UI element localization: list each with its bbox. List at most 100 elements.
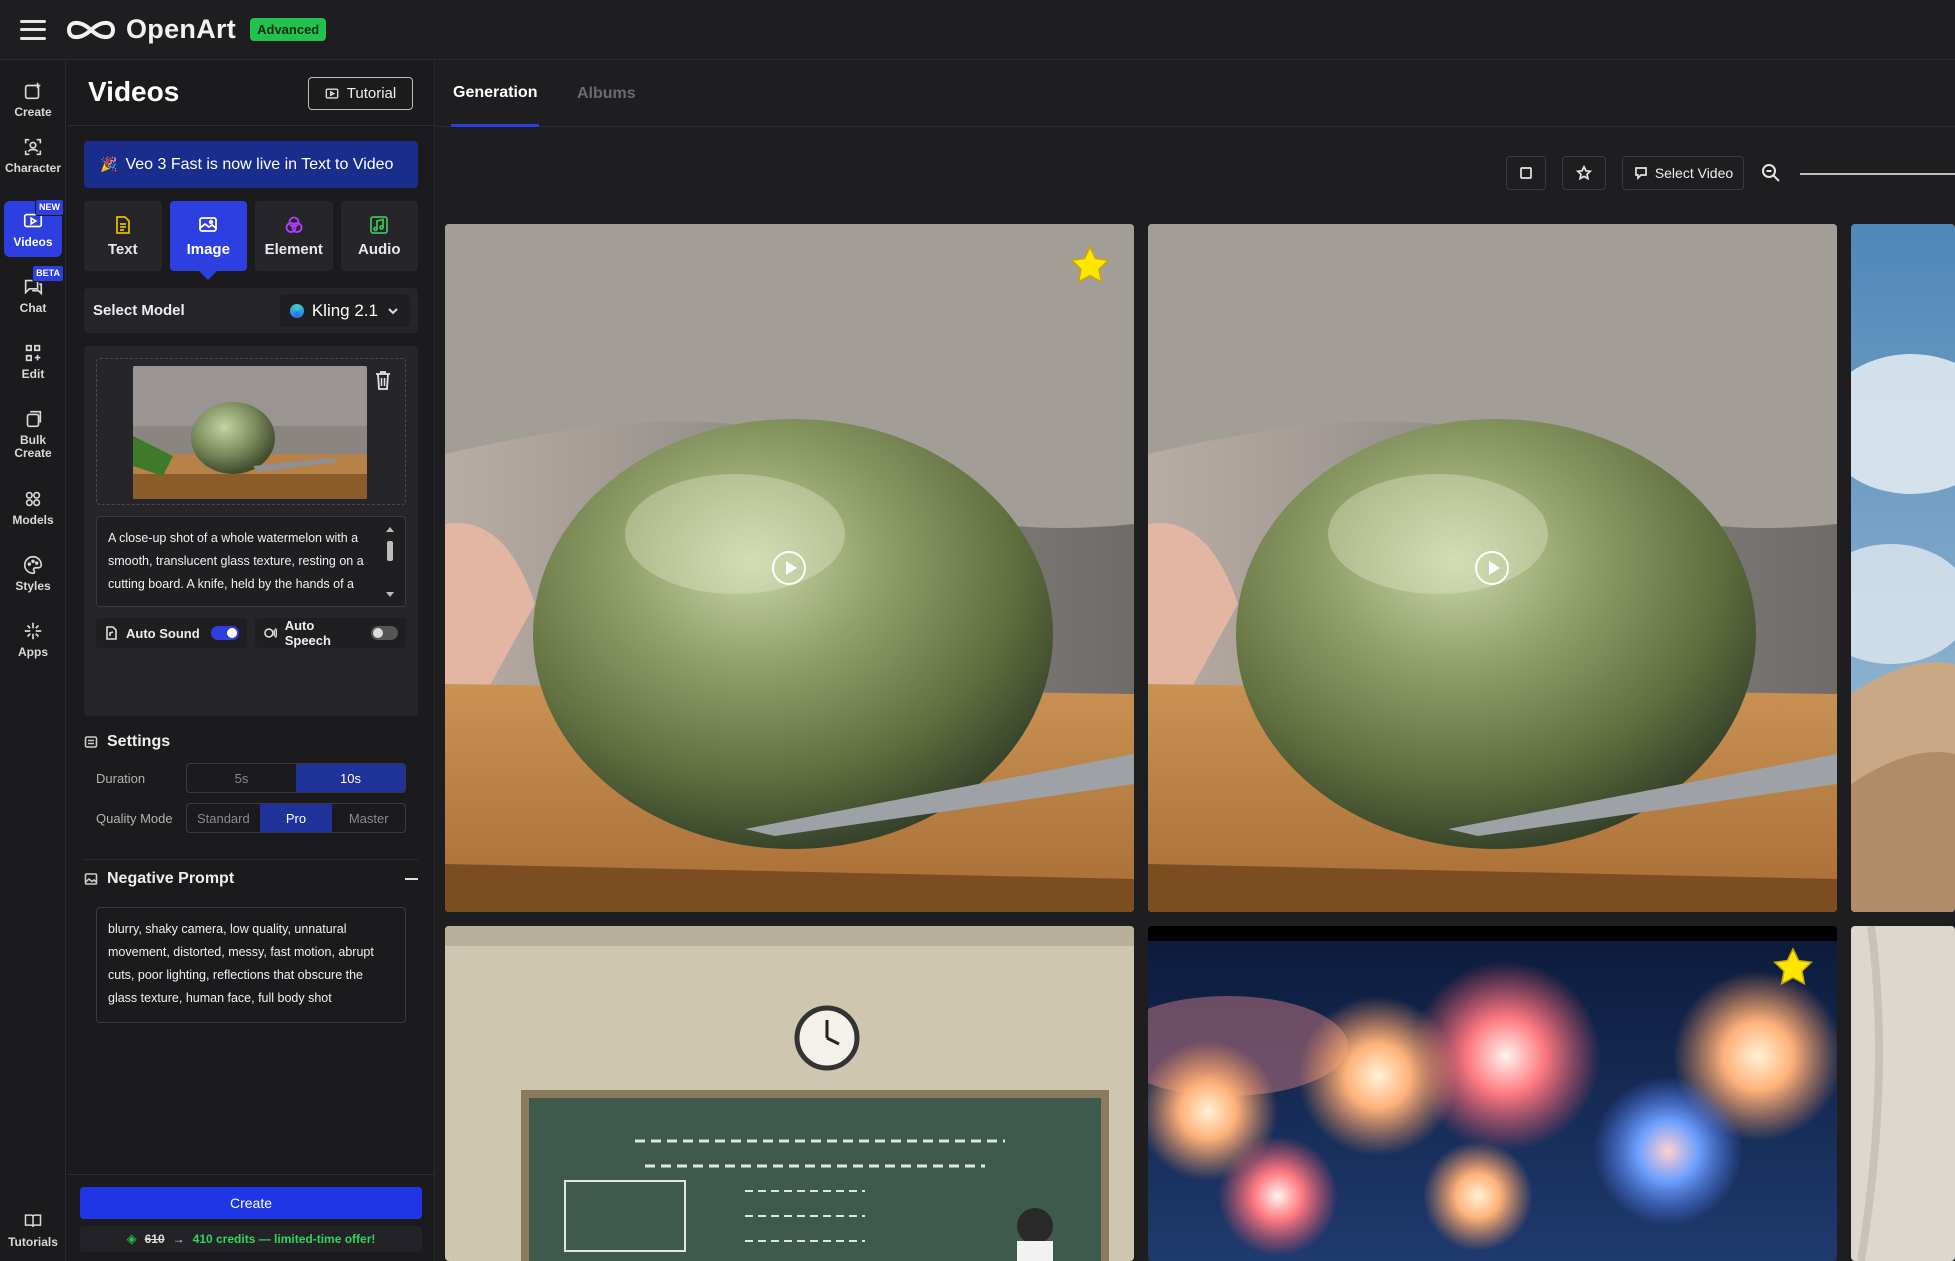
- duration-option-10s[interactable]: 10s: [296, 764, 405, 792]
- tab-albums[interactable]: Albums: [577, 61, 636, 127]
- tab-generation[interactable]: Generation: [451, 61, 540, 127]
- announcement-banner[interactable]: 🎉 Veo 3 Fast is now live in Text to Vide…: [84, 141, 418, 188]
- arrow-right-icon: →: [172, 1232, 185, 1246]
- styles-icon: [24, 555, 43, 574]
- rail-item-label: Create: [14, 104, 52, 119]
- select-all-checkbox[interactable]: [1506, 156, 1546, 190]
- duration-row: Duration 5s 10s: [96, 763, 406, 793]
- image-upload-area[interactable]: [96, 358, 406, 505]
- select-video-button[interactable]: Select Video: [1622, 156, 1744, 190]
- sound-file-icon: [106, 626, 117, 640]
- rail-item-create[interactable]: Create: [4, 71, 62, 127]
- trash-icon[interactable]: [373, 369, 393, 391]
- logo[interactable]: OpenArt Advanced: [66, 14, 327, 45]
- rail-item-label: Apps: [18, 644, 48, 659]
- top-bar: OpenArt Advanced: [0, 0, 1955, 60]
- zoom-slider[interactable]: [1800, 173, 1955, 175]
- prompt-scrollbar[interactable]: [385, 527, 395, 597]
- scroll-down-icon[interactable]: [386, 592, 394, 597]
- new-tag: NEW: [35, 199, 64, 216]
- model-selector-row: Select Model Kling 2.1: [84, 288, 418, 333]
- video-tile[interactable]: [1851, 224, 1955, 912]
- kling-logo-icon: [289, 303, 304, 318]
- scroll-thumb[interactable]: [387, 541, 393, 561]
- main-gallery: Generation Albums Select Video: [436, 61, 1955, 1261]
- rail-item-chat[interactable]: BETA Chat: [4, 265, 64, 323]
- credit-offer-text: 410 credits — limited-time offer!: [192, 1232, 376, 1246]
- image-frame-icon: [84, 873, 98, 885]
- video-tile[interactable]: [1148, 926, 1837, 1261]
- credit-gem-icon: ◈: [126, 1231, 137, 1246]
- rail-item-apps[interactable]: Apps: [4, 611, 62, 667]
- rail-item-label: Models: [12, 512, 54, 527]
- rail-item-label: Styles: [15, 578, 51, 593]
- rail-item-edit[interactable]: Edit: [4, 333, 62, 389]
- prompt-textarea[interactable]: A close-up shot of a whole watermelon wi…: [96, 516, 406, 607]
- tutorial-button[interactable]: Tutorial: [308, 77, 413, 110]
- square-icon: [1520, 167, 1532, 179]
- rail-item-videos[interactable]: NEW Videos: [4, 199, 64, 257]
- quality-label: Quality Mode: [96, 810, 173, 826]
- openart-logo-icon: [66, 20, 116, 39]
- mode-tab-audio[interactable]: Audio: [340, 201, 418, 271]
- quality-option-pro[interactable]: Pro: [259, 804, 333, 832]
- image-prompt-box: A close-up shot of a whole watermelon wi…: [84, 346, 418, 716]
- create-button[interactable]: Create: [80, 1187, 422, 1219]
- negative-prompt-header[interactable]: Negative Prompt: [84, 870, 418, 888]
- divider: [84, 859, 418, 860]
- star-favorite-icon[interactable]: [1068, 244, 1112, 288]
- settings-header: Settings: [84, 733, 170, 751]
- auto-sound-switch[interactable]: [211, 626, 239, 640]
- video-tile[interactable]: [1851, 926, 1955, 1261]
- favorites-filter-button[interactable]: [1562, 156, 1606, 190]
- video-tile[interactable]: [445, 224, 1134, 912]
- create-icon: [24, 82, 41, 99]
- scroll-up-icon[interactable]: [386, 527, 394, 532]
- negative-prompt-textarea[interactable]: blurry, shaky camera, low quality, unnat…: [96, 907, 406, 1023]
- rail-item-label: Videos: [13, 234, 53, 249]
- rail-item-label: Character: [4, 160, 62, 175]
- quality-option-master[interactable]: Master: [332, 804, 405, 832]
- rail-item-character[interactable]: Character: [4, 127, 62, 183]
- rail-item-styles[interactable]: Styles: [4, 545, 62, 601]
- duration-option-5s[interactable]: 5s: [187, 764, 296, 792]
- tutorial-label: Tutorial: [346, 85, 397, 102]
- duration-segmented-control: 5s 10s: [186, 763, 406, 793]
- collapse-minus-icon[interactable]: [405, 878, 418, 880]
- play-icon[interactable]: [772, 551, 806, 585]
- mode-tab-text[interactable]: Text: [84, 201, 162, 271]
- rail-item-tutorials[interactable]: Tutorials: [4, 1202, 62, 1258]
- star-favorite-icon[interactable]: [1771, 946, 1815, 990]
- quality-option-standard[interactable]: Standard: [187, 804, 260, 832]
- rail-item-models[interactable]: Models: [4, 479, 62, 535]
- edit-icon: [25, 344, 41, 361]
- auto-speech-toggle-card: Auto Speech: [255, 618, 406, 648]
- mode-label: Image: [186, 240, 230, 258]
- mode-tab-element[interactable]: Element: [255, 201, 333, 271]
- auto-sound-toggle-card: Auto Sound: [96, 618, 247, 648]
- mode-tab-image[interactable]: Image: [169, 201, 247, 280]
- zoom-icon[interactable]: [1760, 162, 1782, 184]
- auto-speech-switch[interactable]: [370, 626, 399, 640]
- auto-sound-label: Auto Sound: [126, 625, 200, 641]
- model-dropdown[interactable]: Kling 2.1: [279, 294, 410, 327]
- uploaded-image-thumbnail: [133, 366, 367, 499]
- credits-offer[interactable]: ◈ 610 → 410 credits — limited-time offer…: [80, 1226, 422, 1252]
- rail-item-bulk-create[interactable]: Bulk Create: [4, 399, 62, 469]
- settings-title: Settings: [107, 733, 171, 750]
- apps-icon: [24, 622, 42, 639]
- video-tile[interactable]: [445, 926, 1134, 1261]
- brand-name: OpenArt: [126, 14, 237, 44]
- old-credit-price: 610: [144, 1232, 165, 1246]
- video-settings-panel: Videos Tutorial 🎉 Veo 3 Fast is now live…: [67, 61, 435, 1261]
- auto-speech-label: Auto Speech: [284, 618, 331, 648]
- hamburger-menu-icon[interactable]: [20, 19, 46, 40]
- models-icon: [25, 491, 41, 506]
- play-screen-icon: [325, 87, 339, 99]
- video-tile[interactable]: [1148, 224, 1837, 912]
- play-icon[interactable]: [1475, 551, 1509, 585]
- banner-text: Veo 3 Fast is now live in Text to Video: [125, 155, 394, 173]
- party-popper-icon: 🎉: [100, 156, 118, 172]
- divider: [67, 125, 435, 126]
- select-video-label: Select Video: [1654, 165, 1734, 181]
